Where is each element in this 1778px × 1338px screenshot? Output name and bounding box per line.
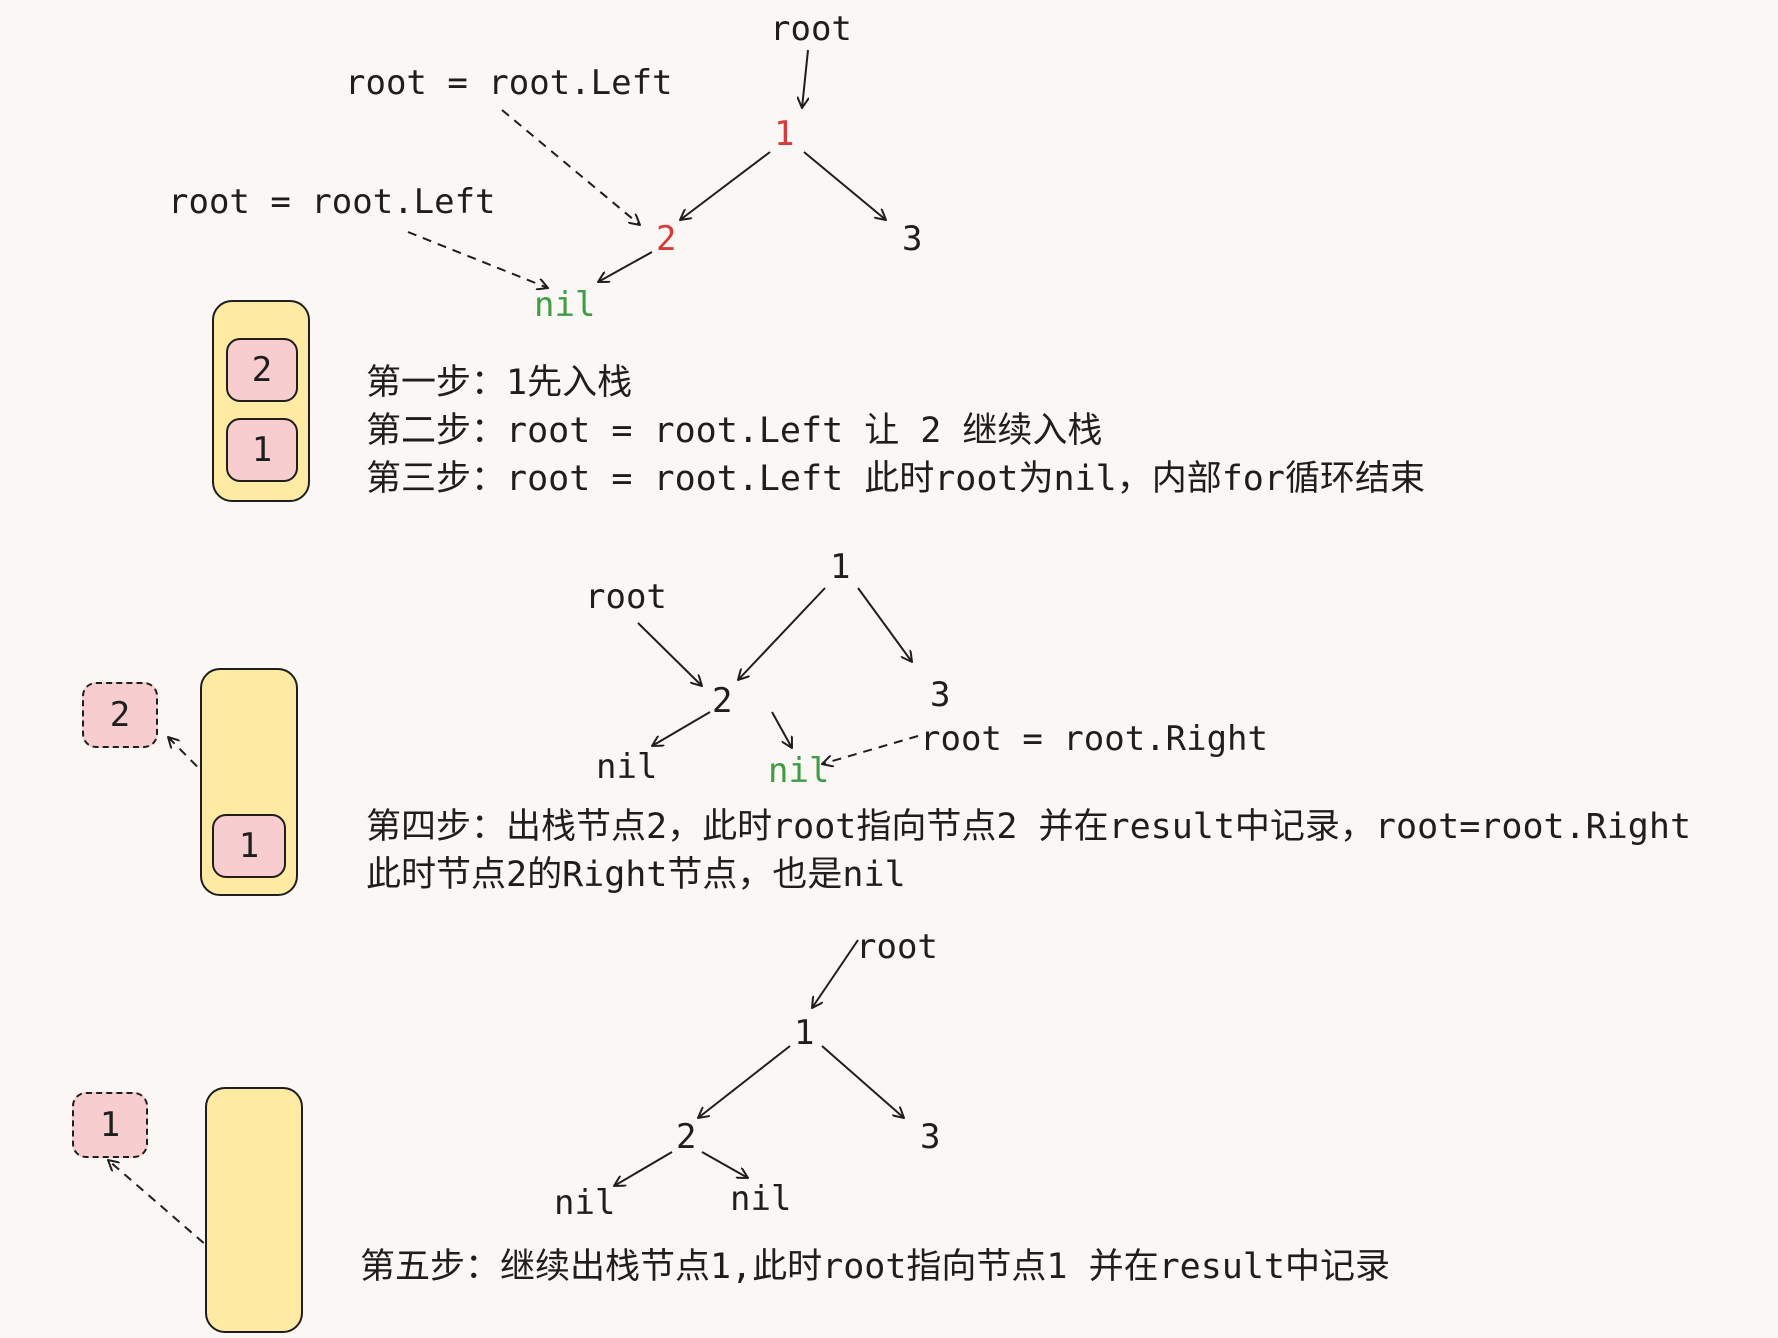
p3-edge-2-nil-right xyxy=(701,1151,748,1178)
p1-edge-1-3 xyxy=(803,151,886,220)
p1-edge-2-nil xyxy=(598,251,653,282)
p1-assign-label-1: root = root.Left xyxy=(345,63,673,103)
p2-assign-label: root = root.Right xyxy=(920,719,1268,759)
p2-node-3: 3 xyxy=(930,675,951,715)
p1-stack-item-top: 2 xyxy=(226,338,298,402)
p2-step-1: 第四步：出栈节点2，此时root指向节点2 并在result中记录，root=r… xyxy=(366,807,1692,847)
p3-root-pointer-arrow xyxy=(812,939,859,1008)
p1-assign-label-2: root = root.Left xyxy=(168,182,496,222)
p1-node-2: 2 xyxy=(656,219,677,259)
p3-edge-1-2 xyxy=(698,1045,791,1118)
p1-root-pointer-arrow xyxy=(802,49,808,108)
p1-edge-1-2 xyxy=(680,151,771,220)
p1-step-2: 第二步：root = root.Left 让 2 继续入栈 xyxy=(366,411,1103,451)
p1-stack-item-bottom: 1 xyxy=(226,418,298,482)
p3-node-1: 1 xyxy=(794,1013,815,1053)
p1-assign2-arrow xyxy=(407,231,548,288)
p2-stack-item-bottom: 1 xyxy=(212,814,286,878)
p3-node-nil-left: nil xyxy=(554,1183,616,1223)
p3-root-label: root xyxy=(856,927,938,967)
p1-root-label: root xyxy=(770,9,852,49)
p2-assign-arrow xyxy=(822,735,919,764)
p2-edge-1-2 xyxy=(738,587,826,680)
p2-root-pointer-arrow xyxy=(637,622,702,686)
p2-node-nil-left: nil xyxy=(596,747,658,787)
p3-step-1: 第五步：继续出栈节点1,此时root指向节点1 并在result中记录 xyxy=(360,1247,1391,1287)
p1-stack: 2 1 xyxy=(212,300,310,502)
p1-node-3: 3 xyxy=(902,219,923,259)
p2-step-2: 此时节点2的Right节点，也是nil xyxy=(366,855,906,895)
p2-node-2: 2 xyxy=(712,681,733,721)
p1-step-1: 第一步：1先入栈 xyxy=(366,363,633,403)
p2-node-nil-right: nil xyxy=(768,751,830,791)
p2-stack: 1 xyxy=(200,668,298,896)
p3-stack-empty xyxy=(205,1087,303,1333)
p2-root-label: root xyxy=(585,577,667,617)
p3-popped-item: 1 xyxy=(72,1092,148,1158)
p2-node-1: 1 xyxy=(830,547,851,587)
p2-edge-2-nil-left xyxy=(652,711,711,746)
p2-edge-1-3 xyxy=(857,587,912,662)
p3-edge-2-nil-left xyxy=(614,1151,673,1186)
p3-edge-1-3 xyxy=(821,1045,904,1118)
p2-popped-item: 2 xyxy=(82,682,158,748)
p1-assign1-arrow xyxy=(501,109,640,225)
p1-node-1: 1 xyxy=(774,114,795,154)
p3-node-nil-right: nil xyxy=(730,1179,792,1219)
p1-node-nil: nil xyxy=(534,285,596,325)
p2-edge-2-nil-right xyxy=(771,711,792,748)
diagram-canvas: root root = root.Left root = root.Left 1… xyxy=(0,0,1778,1338)
p1-step-3: 第三步：root = root.Left 此时root为nil，内部for循环结… xyxy=(366,459,1425,499)
p3-node-3: 3 xyxy=(920,1117,941,1157)
p3-node-2: 2 xyxy=(676,1117,697,1157)
